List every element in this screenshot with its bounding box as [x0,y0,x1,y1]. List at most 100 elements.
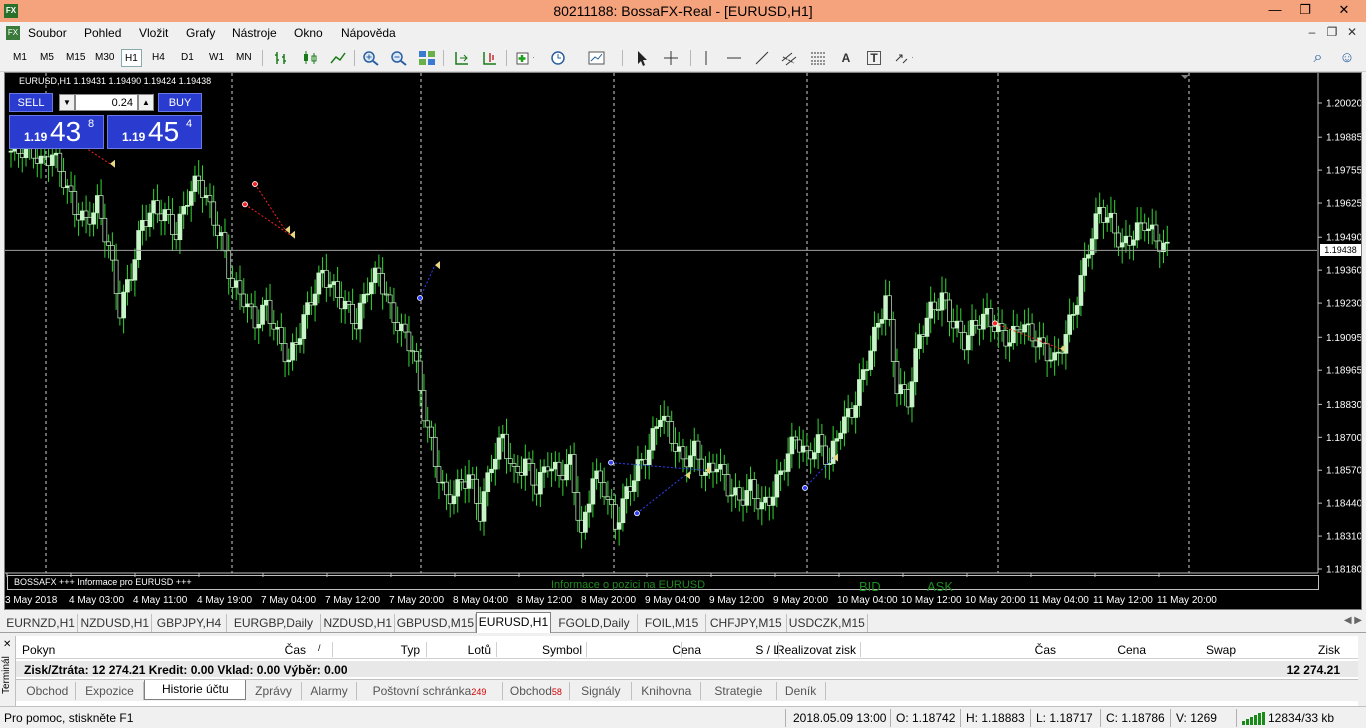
chart-tab[interactable]: EURGBP,Daily [227,614,322,632]
chart-shift-marker[interactable] [1181,75,1189,79]
status-high: H: 1.18883 [966,711,1025,725]
terminal-tab[interactable]: Historie účtu [144,680,247,700]
terminal-tab[interactable]: Obchod [20,682,76,700]
buy-price-box[interactable]: 1.19 45 4 [107,115,202,149]
menu-help[interactable]: Nápověda [341,26,396,40]
timeframe-mn[interactable]: MN [233,49,255,67]
candle-body [793,436,798,441]
candle-body [898,384,904,395]
line-chart-icon[interactable] [328,49,348,67]
terminal-tab[interactable]: Zprávy [246,682,302,700]
lot-increase-button[interactable]: ▲ [138,94,154,111]
close-button[interactable]: ✕ [1322,0,1366,22]
terminal-tab[interactable]: Knihovna [632,682,702,700]
chart-tab[interactable]: GBPJPY,H4 [152,614,227,632]
timeframe-m5[interactable]: M5 [37,49,57,67]
lot-decrease-button[interactable]: ▼ [59,94,75,111]
terminal-tab[interactable]: Strategie [701,682,777,700]
sell-button[interactable]: SELL [9,93,53,112]
price-chart[interactable]: 1.200201.198851.197551.196251.194901.193… [5,73,1361,609]
menu-tools[interactable]: Nástroje [232,26,277,40]
chart-tab[interactable]: NZDUSD,H1 [78,614,153,632]
trendline-icon[interactable] [752,49,772,67]
timeframe-w1[interactable]: W1 [206,49,227,67]
chart-shift-icon[interactable] [480,49,500,67]
menu-insert[interactable]: Vložit [139,26,168,40]
tile-windows-icon[interactable] [417,49,437,67]
chart-tab[interactable]: NZDUSD,H1 [321,614,396,632]
mdi-close-button[interactable]: ✕ [1342,24,1362,40]
cursor-icon[interactable] [632,49,652,67]
terminal-scrollbar[interactable] [1358,636,1366,706]
account-icon[interactable]: ☺ [1337,49,1357,67]
arrows-icon[interactable] [893,49,913,67]
candle-body [815,434,821,453]
terminal-tab[interactable]: Signály [570,682,633,700]
menu-window[interactable]: Okno [294,26,323,40]
text-label-icon[interactable]: T [867,51,881,65]
restore-button[interactable]: ❐ [1290,0,1320,22]
column-header[interactable]: Pokyn [22,643,55,657]
text-icon[interactable]: A [836,49,856,67]
tab-scroll-arrows[interactable]: ◀ ▶ [1344,615,1362,626]
zoom-out-icon[interactable] [389,49,409,67]
zoom-in-icon[interactable] [361,49,381,67]
column-header[interactable]: Zisk [1140,643,1340,657]
mdi-minimize-button[interactable]: – [1302,24,1322,40]
connection-icon[interactable] [1242,712,1266,725]
indicators-icon[interactable] [514,49,534,67]
menu-charts[interactable]: Grafy [186,26,215,40]
horizontal-line-icon[interactable] [724,49,744,67]
candle-body [436,466,442,483]
timeframe-d1[interactable]: D1 [178,49,197,67]
minimize-button[interactable]: — [1260,0,1290,22]
time-tick-label: 10 May 12:00 [901,595,962,606]
chart-tab[interactable]: EURUSD,H1 [476,612,551,633]
fibonacci-icon[interactable] [808,49,828,67]
candlestick-icon[interactable] [300,49,320,67]
candle-body [500,433,506,439]
periods-icon[interactable] [549,49,569,67]
chart-tab[interactable]: USDCZK,M15 [787,614,868,632]
trade-line [244,203,291,236]
candle-body [947,299,952,323]
autoscroll-icon[interactable] [452,49,472,67]
candle-body [98,195,104,219]
chart-window[interactable]: 1.20020 1.19885 1.19755 1.19625 1.19490 1.193… [4,72,1362,610]
terminal-tab[interactable]: Expozice [76,682,145,700]
menu-file[interactable]: Soubor [28,26,67,40]
one-click-trading-panel: SELL ▼ ▲ BUY 1.19 43 8 1.19 45 4 [9,93,202,149]
buy-button[interactable]: BUY [158,93,202,112]
timeframe-m1[interactable]: M1 [10,49,30,67]
candle-body [902,384,907,390]
chart-tab[interactable]: FGOLD,Daily [551,614,639,632]
chart-tab[interactable]: EURNZD,H1 [4,614,79,632]
vertical-line-icon[interactable] [696,49,716,67]
terminal-tab[interactable]: Poštovní schránka249 [357,682,503,700]
timeframe-m15[interactable]: M15 [63,49,88,67]
bar-chart-icon[interactable] [272,49,292,67]
candle-body [372,267,378,283]
terminal-tab[interactable]: Alarmy [302,682,358,700]
candle-body [173,234,179,241]
chart-tab[interactable]: GBPUSD,M15 [395,614,477,632]
terminal-tab[interactable]: Deník [777,682,826,700]
chart-tab[interactable]: CHFJPY,M15 [706,614,787,632]
timeframe-m30[interactable]: M30 [92,49,117,67]
trade-close-marker [285,225,290,234]
lot-input[interactable] [75,94,138,111]
time-tick-label: 10 May 20:00 [965,595,1026,606]
timeframe-h1[interactable]: H1 [121,49,142,67]
templates-icon[interactable] [587,49,607,67]
crosshair-icon[interactable] [661,49,681,67]
terminal-tab[interactable]: Obchod58 [503,682,571,700]
chart-tab[interactable]: FOIL,M15 [638,614,706,632]
search-icon[interactable]: ⌕ [1308,49,1328,67]
equidistant-channel-icon[interactable] [780,49,800,67]
sell-price-box[interactable]: 1.19 43 8 [9,115,104,149]
timeframe-h4[interactable]: H4 [149,49,168,67]
column-header[interactable]: Realizovat zisk [656,643,856,657]
candle-body [155,200,160,215]
menu-view[interactable]: Pohled [84,26,121,40]
mdi-restore-button[interactable]: ❐ [1322,24,1342,40]
